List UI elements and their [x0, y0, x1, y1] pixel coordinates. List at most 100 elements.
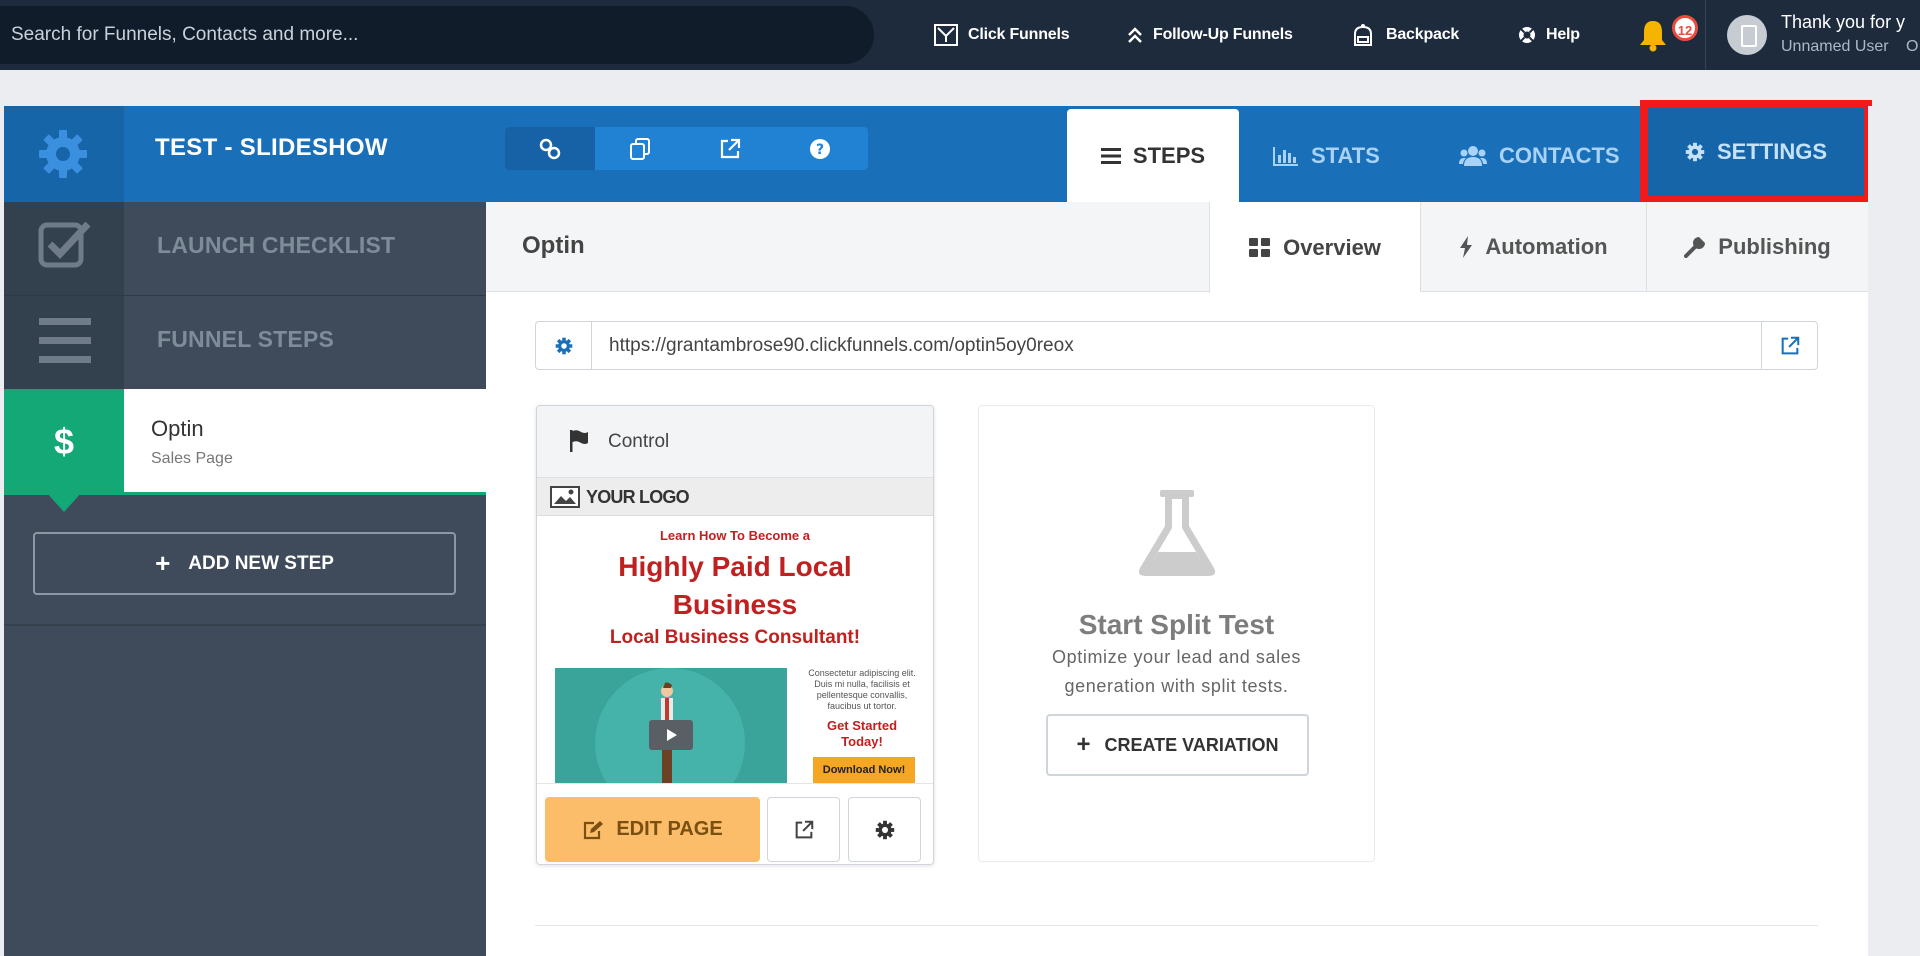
bell-icon[interactable] [1638, 18, 1668, 52]
card-header: Control [537, 406, 933, 478]
grid-icon [1249, 237, 1271, 257]
help-button[interactable]: ? [775, 127, 865, 170]
page-gutter [1868, 106, 1920, 956]
split-test-panel: Start Split Test Optimize your lead and … [978, 405, 1375, 862]
top-bar: Search for Funnels, Contacts and more...… [0, 0, 1920, 70]
question-icon: ? [810, 138, 830, 159]
tab-label: STATS [1311, 142, 1380, 168]
add-new-step-button[interactable]: + ADD NEW STEP [33, 532, 456, 595]
tab-label: SETTINGS [1716, 139, 1827, 164]
divider [535, 925, 1818, 926]
tab-contacts[interactable]: CONTACTS [1459, 109, 1620, 202]
subtab-overview[interactable]: Overview [1209, 202, 1420, 293]
tab-label: CONTACTS [1499, 142, 1620, 168]
button-label: ADD NEW STEP [188, 552, 334, 574]
link-icon [539, 138, 561, 159]
copy-icon [630, 137, 650, 160]
page-url-field[interactable]: https://grantambrose90.clickfunnels.com/… [535, 321, 1818, 370]
sidebar-item-launch-checklist[interactable]: LAUNCH CHECKLIST [4, 202, 486, 296]
open-url-button[interactable] [1761, 322, 1817, 369]
subtab-publishing[interactable]: Publishing [1646, 202, 1868, 292]
search-input[interactable]: Search for Funnels, Contacts and more... [0, 6, 874, 64]
external-link-icon [795, 820, 813, 838]
preview-logo-bar: YOUR LOGO [537, 478, 933, 516]
card-footer: EDIT PAGE [537, 783, 933, 864]
preview-cta-text: Get Started Today! [826, 718, 898, 749]
tab-steps[interactable]: STEPS [1067, 109, 1239, 202]
url-settings-button[interactable] [536, 322, 592, 369]
step-name: Optin [151, 416, 204, 441]
gear-icon [39, 130, 87, 178]
menu-icon [39, 318, 91, 363]
nav-label: Click Funnels [968, 26, 1070, 43]
preview-page-button[interactable] [767, 797, 840, 862]
sidebar-item-label: LAUNCH CHECKLIST [157, 232, 396, 258]
split-test-description: Optimize your lead and sales generation … [1052, 647, 1301, 696]
edit-page-button[interactable]: EDIT PAGE [545, 797, 760, 862]
user-extra: O [1906, 38, 1919, 55]
divider [4, 624, 486, 626]
gear-icon [1685, 142, 1705, 162]
nav-backpack[interactable]: Backpack [1350, 0, 1459, 70]
tab-label: STEPS [1132, 142, 1206, 168]
subtab-automation[interactable]: Automation [1420, 202, 1646, 292]
preview-video [555, 668, 787, 783]
nav-help[interactable]: Help [1518, 0, 1580, 70]
sidebar-item-label: FUNNEL STEPS [157, 326, 335, 352]
copy-link-button[interactable] [505, 127, 595, 170]
edit-icon [584, 820, 604, 839]
clickfunnels-icon [934, 24, 958, 46]
list-icon [1100, 147, 1121, 164]
funnel-toolbar: ? [505, 127, 868, 170]
subtab-label: Publishing [1718, 234, 1831, 259]
preview-cta-button: Download Now! [813, 757, 915, 783]
nav-follow-up-funnels[interactable]: Follow-Up Funnels [1127, 0, 1293, 70]
preview-kicker: Learn How To Become a [659, 528, 810, 543]
plus-icon: + [1076, 731, 1091, 758]
gear-icon [875, 820, 894, 839]
clone-funnel-button[interactable] [595, 127, 685, 170]
external-link-icon [720, 138, 741, 158]
subtab-label: Overview [1283, 234, 1381, 260]
create-variation-button[interactable]: + CREATE VARIATION [1046, 714, 1309, 776]
page-settings-button[interactable] [848, 797, 921, 862]
tab-stats[interactable]: STATS [1273, 109, 1380, 202]
preview-headline: Highly Paid Local Business [618, 551, 852, 620]
flag-icon [570, 430, 588, 452]
checkbox-icon [38, 221, 91, 268]
avatar[interactable] [1727, 15, 1767, 55]
active-step-underline [124, 492, 486, 495]
plus-icon: + [155, 548, 171, 578]
image-icon [550, 486, 580, 508]
external-link-icon [1781, 336, 1799, 354]
svg-text:?: ? [816, 142, 824, 158]
page-title: Optin [522, 232, 585, 259]
nav-click-funnels[interactable]: Click Funnels [934, 0, 1070, 70]
open-funnel-button[interactable] [685, 127, 775, 170]
sidebar-item-funnel-steps[interactable]: FUNNEL STEPS [4, 296, 486, 390]
funnel-settings-gear[interactable] [4, 106, 124, 202]
user-name: Unnamed User [1781, 38, 1889, 55]
funnel-title: TEST - SLIDESHOW [155, 134, 388, 161]
wrench-icon [1684, 237, 1706, 258]
bolt-icon [1460, 236, 1473, 258]
play-icon [649, 720, 693, 750]
tab-settings[interactable]: SETTINGS [1640, 100, 1872, 204]
notification-badge: 12 [1672, 15, 1698, 41]
lifebuoy-icon [1519, 27, 1535, 43]
page-url[interactable]: https://grantambrose90.clickfunnels.com/… [609, 322, 1074, 369]
user-greeting: Thank you for y [1781, 12, 1906, 32]
dollar-icon: $ [4, 389, 124, 495]
gear-icon [555, 337, 572, 354]
nav-label: Follow-Up Funnels [1153, 26, 1293, 43]
divider [1705, 0, 1706, 70]
page-preview[interactable]: YOUR LOGO Learn How To Become a Highly P… [537, 478, 933, 783]
users-icon [1459, 145, 1487, 166]
button-label: EDIT PAGE [616, 818, 723, 840]
chevrons-up-icon [1128, 27, 1142, 43]
preview-body-text: Consectetur adipiscing elit. Duis mi nul… [808, 668, 916, 711]
preview-subhead: Local Business Consultant! [609, 627, 861, 648]
control-variant-card: Control YOUR LOGO Learn How To Become a … [536, 405, 934, 865]
button-label: CREATE VARIATION [1104, 734, 1279, 755]
bar-chart-icon [1273, 146, 1298, 166]
